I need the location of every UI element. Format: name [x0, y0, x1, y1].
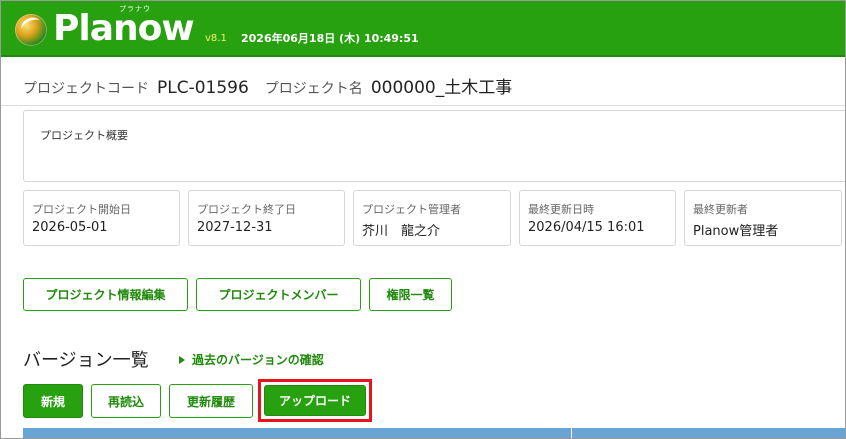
end-date-value: 2027-12-31: [197, 220, 273, 235]
upload-highlight-box: [258, 379, 372, 422]
manager-card: プロジェクト管理者 芥川 龍之介: [353, 190, 511, 246]
past-versions-link[interactable]: 過去のバージョンの確認: [179, 351, 324, 368]
logo-ruby-text: プラナウ: [119, 5, 151, 13]
start-date-label: プロジェクト開始日: [32, 203, 131, 216]
last-updated-label: 最終更新日時: [528, 203, 594, 216]
caret-right-icon: [179, 355, 185, 364]
app-window: Planow プラナウ v8.1 2026年06月18日 (木) 10:49:5…: [0, 0, 846, 439]
planow-logo-icon: [15, 14, 47, 46]
reload-button[interactable]: 再読込: [91, 384, 161, 418]
past-versions-link-label: 過去のバージョンの確認: [192, 353, 324, 367]
table-column-separator: [571, 428, 572, 438]
start-date-value: 2026-05-01: [32, 220, 108, 235]
end-date-card: プロジェクト終了日 2027-12-31: [188, 190, 345, 246]
project-code-label: プロジェクトコード: [23, 81, 149, 97]
project-title-row: プロジェクトコード PLC-01596 プロジェクト名 000000_土木工事: [23, 73, 528, 99]
permissions-list-button[interactable]: 権限一覧: [369, 278, 452, 311]
manager-value: 芥川 龍之介: [362, 224, 441, 239]
last-updated-card: 最終更新日時 2026/04/15 16:01: [519, 190, 676, 246]
last-updater-label: 最終更新者: [693, 203, 748, 216]
update-history-button[interactable]: 更新履歴: [169, 384, 253, 418]
manager-label: プロジェクト管理者: [362, 203, 461, 216]
version-list-title: バージョン一覧: [23, 350, 149, 371]
project-name-value: 000000_土木工事: [370, 78, 513, 98]
version-table-header: [23, 428, 845, 438]
project-name-label: プロジェクト名: [264, 81, 363, 97]
last-updater-value: Planow管理者: [693, 224, 779, 239]
project-members-button[interactable]: プロジェクトメンバー: [196, 278, 361, 311]
project-overview-box: プロジェクト概要: [23, 110, 845, 182]
title-divider: [1, 105, 845, 106]
project-overview-label: プロジェクト概要: [40, 129, 128, 142]
app-version: v8.1: [205, 33, 227, 44]
edit-project-info-button[interactable]: プロジェクト情報編集: [23, 278, 188, 311]
end-date-label: プロジェクト終了日: [197, 203, 296, 216]
start-date-card: プロジェクト開始日 2026-05-01: [23, 190, 180, 246]
app-header: Planow プラナウ v8.1 2026年06月18日 (木) 10:49:5…: [1, 1, 845, 57]
project-code-value: PLC-01596: [157, 78, 249, 98]
current-datetime: 2026年06月18日 (木) 10:49:51: [241, 32, 419, 45]
last-updater-card: 最終更新者 Planow管理者: [684, 190, 842, 246]
new-version-button[interactable]: 新規: [23, 384, 83, 418]
last-updated-value: 2026/04/15 16:01: [528, 220, 645, 235]
